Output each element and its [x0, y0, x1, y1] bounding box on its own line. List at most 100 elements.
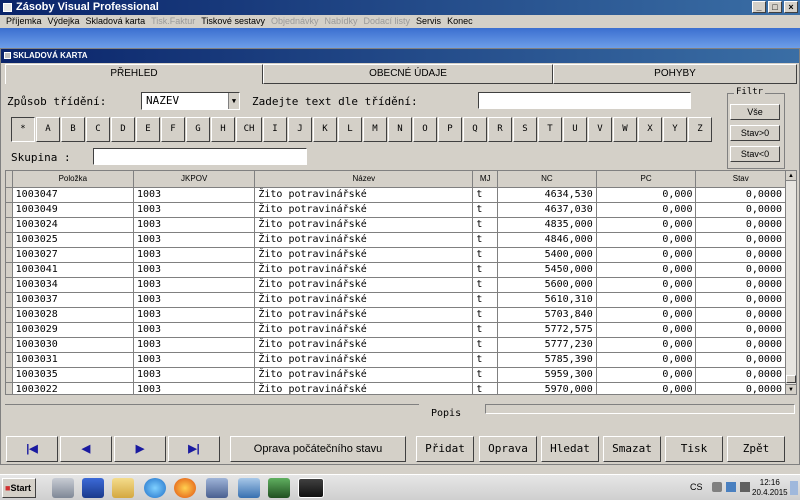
letter-button-d[interactable]: D: [111, 117, 135, 142]
group-input[interactable]: [93, 148, 307, 165]
find-button[interactable]: Hledat: [541, 436, 599, 462]
cell-nc[interactable]: 5610,310: [497, 292, 597, 308]
cell-jkpov[interactable]: 1003: [133, 307, 256, 323]
cell-nc[interactable]: 4637,030: [497, 202, 597, 218]
table-row[interactable]: 1003047 1003 Žito potravinářské t 4634,530 0,…: [6, 187, 786, 203]
terminal-icon[interactable]: [268, 478, 290, 498]
cell-jkpov[interactable]: 1003: [133, 277, 256, 293]
server-icon[interactable]: [52, 478, 74, 498]
cell-jkpov[interactable]: 1003: [133, 247, 256, 263]
letter-button-t[interactable]: T: [538, 117, 562, 142]
letter-button-w[interactable]: W: [613, 117, 637, 142]
print-button[interactable]: Tisk: [665, 436, 723, 462]
cell-jkpov[interactable]: 1003: [133, 292, 256, 308]
letter-button-i[interactable]: I: [263, 117, 287, 142]
cell-nazev[interactable]: Žito potravinářské: [254, 277, 474, 293]
table-row[interactable]: 1003030 1003 Žito potravinářské t 5777,230 0,…: [6, 337, 786, 353]
cell-stav[interactable]: 0,0000: [695, 352, 786, 368]
letter-button-b[interactable]: B: [61, 117, 85, 142]
table-row[interactable]: 1003035 1003 Žito potravinářské t 5959,300 0,…: [6, 367, 786, 383]
close-button[interactable]: ×: [784, 1, 798, 13]
cell-jkpov[interactable]: 1003: [133, 262, 256, 278]
cell-jkpov[interactable]: 1003: [133, 322, 256, 338]
cell-nc[interactable]: 4634,530: [497, 187, 597, 203]
filter-negative-button[interactable]: Stav<0: [730, 146, 780, 162]
firefox-icon[interactable]: [174, 478, 196, 498]
cell-mj[interactable]: t: [472, 292, 499, 308]
letter-button-x[interactable]: X: [638, 117, 662, 142]
cell-nazev[interactable]: Žito potravinářské: [254, 352, 474, 368]
cell-mj[interactable]: t: [472, 352, 499, 368]
cell-mj[interactable]: t: [472, 247, 499, 263]
letter-button-k[interactable]: K: [313, 117, 337, 142]
cell-polozka[interactable]: 1003049: [12, 202, 135, 218]
cell-pc[interactable]: 0,000: [596, 202, 697, 218]
menu-item-0[interactable]: Příjemka: [4, 15, 46, 28]
prev-record-button[interactable]: ◀: [60, 436, 112, 462]
column-header-jkpov[interactable]: JKPOV: [133, 171, 256, 188]
letter-button-o[interactable]: O: [413, 117, 437, 142]
letter-button-e[interactable]: E: [136, 117, 160, 142]
last-record-button[interactable]: ▶|: [168, 436, 220, 462]
cell-mj[interactable]: t: [472, 232, 499, 248]
scroll-thumb[interactable]: [786, 375, 796, 383]
cell-jkpov[interactable]: 1003: [133, 217, 256, 233]
cell-pc[interactable]: 0,000: [596, 322, 697, 338]
cell-polozka[interactable]: 1003022: [12, 382, 135, 394]
letter-button-ch[interactable]: CH: [236, 117, 262, 142]
cell-polozka[interactable]: 1003047: [12, 187, 135, 203]
initial-state-correction-button[interactable]: Oprava počátečního stavu: [230, 436, 406, 462]
cell-jkpov[interactable]: 1003: [133, 352, 256, 368]
table-row[interactable]: 1003025 1003 Žito potravinářské t 4846,000 0,…: [6, 232, 786, 248]
tools-icon[interactable]: [206, 478, 228, 498]
first-record-button[interactable]: |◀: [6, 436, 58, 462]
cell-polozka[interactable]: 1003027: [12, 247, 135, 263]
cell-mj[interactable]: t: [472, 367, 499, 383]
letter-button-s[interactable]: S: [513, 117, 537, 142]
cell-nazev[interactable]: Žito potravinářské: [254, 382, 474, 394]
table-row[interactable]: 1003031 1003 Žito potravinářské t 5785,390 0,…: [6, 352, 786, 368]
table-row[interactable]: 1003037 1003 Žito potravinářské t 5610,310 0,…: [6, 292, 786, 308]
letter-button-a[interactable]: A: [36, 117, 60, 142]
cell-pc[interactable]: 0,000: [596, 367, 697, 383]
language-indicator[interactable]: CS: [690, 482, 703, 492]
cell-mj[interactable]: t: [472, 217, 499, 233]
app-icon[interactable]: [298, 478, 324, 498]
add-button[interactable]: Přidat: [416, 436, 474, 462]
back-button[interactable]: Zpět: [727, 436, 785, 462]
powershell-icon[interactable]: [82, 478, 104, 498]
column-header-nc[interactable]: NC: [497, 171, 597, 188]
cell-mj[interactable]: t: [472, 187, 499, 203]
cell-stav[interactable]: 0,0000: [695, 202, 786, 218]
cell-polozka[interactable]: 1003024: [12, 217, 135, 233]
cell-nc[interactable]: 4846,000: [497, 232, 597, 248]
letter-button-c[interactable]: C: [86, 117, 110, 142]
tab-prehled[interactable]: PŘEHLED: [5, 64, 263, 84]
cell-nc[interactable]: 5970,000: [497, 382, 597, 394]
menu-item-2[interactable]: Skladová karta: [84, 15, 150, 28]
cell-polozka[interactable]: 1003030: [12, 337, 135, 353]
next-record-button[interactable]: ▶: [114, 436, 166, 462]
network-icon[interactable]: [238, 478, 260, 498]
cell-pc[interactable]: 0,000: [596, 232, 697, 248]
table-row[interactable]: 1003024 1003 Žito potravinářské t 4835,000 0,…: [6, 217, 786, 233]
column-header-mj[interactable]: MJ: [472, 171, 499, 188]
chevron-down-icon[interactable]: ▼: [228, 93, 239, 109]
cell-mj[interactable]: t: [472, 337, 499, 353]
cell-nazev[interactable]: Žito potravinářské: [254, 262, 474, 278]
folder-icon[interactable]: [112, 478, 134, 498]
cell-nazev[interactable]: Žito potravinářské: [254, 337, 474, 353]
cell-pc[interactable]: 0,000: [596, 292, 697, 308]
table-row[interactable]: 1003029 1003 Žito potravinářské t 5772,575 0,…: [6, 322, 786, 338]
table-row[interactable]: 1003041 1003 Žito potravinářské t 5450,000 0,…: [6, 262, 786, 278]
cell-pc[interactable]: 0,000: [596, 262, 697, 278]
cell-stav[interactable]: 0,0000: [695, 367, 786, 383]
column-header-stav[interactable]: Stav: [695, 171, 786, 188]
show-desktop-button[interactable]: [790, 481, 798, 495]
filter-all-button[interactable]: Vše: [730, 104, 780, 120]
cell-polozka[interactable]: 1003035: [12, 367, 135, 383]
clock[interactable]: 12:16 20.4.2015: [752, 478, 788, 498]
cell-polozka[interactable]: 1003028: [12, 307, 135, 323]
cell-stav[interactable]: 0,0000: [695, 322, 786, 338]
minimize-button[interactable]: _: [752, 1, 766, 13]
